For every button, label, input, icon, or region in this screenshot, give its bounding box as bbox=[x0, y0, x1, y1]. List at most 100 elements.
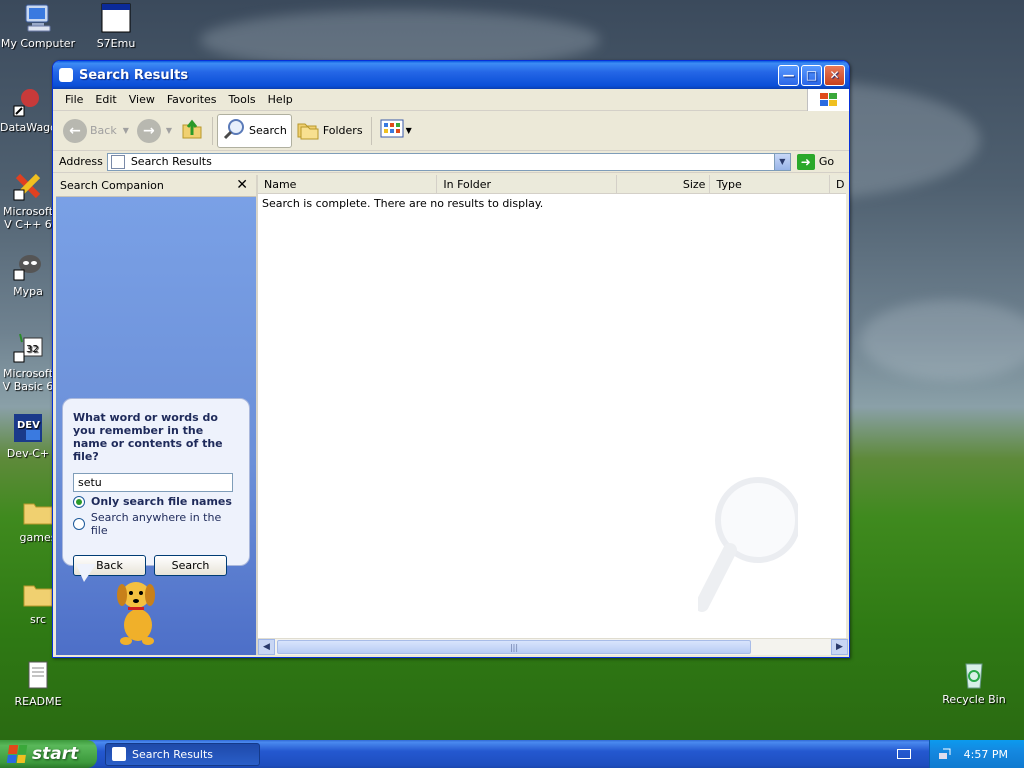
close-button[interactable]: ✕ bbox=[824, 64, 845, 86]
menu-view[interactable]: View bbox=[123, 93, 161, 106]
menu-edit[interactable]: Edit bbox=[89, 93, 122, 106]
desktop-icon-vb6[interactable]: 32 Microsoft V Basic 6 bbox=[0, 332, 56, 393]
search-term-input[interactable] bbox=[73, 473, 233, 492]
search-window-icon bbox=[59, 68, 73, 82]
windows-flag-icon bbox=[6, 745, 28, 763]
taskbar: start Search Results 4:57 PM bbox=[0, 740, 1024, 768]
views-button[interactable]: ▼ bbox=[376, 114, 416, 148]
search-question: What word or words do you remember in th… bbox=[73, 411, 223, 463]
content-area: Search Companion ✕ What word or words do… bbox=[56, 175, 848, 655]
folders-button[interactable]: Folders bbox=[292, 114, 367, 148]
menu-file[interactable]: File bbox=[59, 93, 89, 106]
toolbar-separator bbox=[370, 116, 372, 145]
menu-bar: File Edit View Favorites Tools Help bbox=[53, 89, 849, 111]
radio-only-file-names[interactable]: Only search file names bbox=[73, 495, 239, 508]
results-pane: Name In Folder Size Type D Search is com… bbox=[256, 175, 848, 655]
desktop-icon-readme[interactable]: README bbox=[0, 660, 76, 708]
computer-icon bbox=[22, 2, 54, 34]
search-companion-header: Search Companion ✕ bbox=[56, 175, 256, 197]
radio-search-anywhere[interactable]: Search anywhere in the file bbox=[73, 511, 239, 537]
forward-arrow-icon: → bbox=[136, 118, 161, 143]
address-input[interactable]: Search Results ▼ bbox=[106, 152, 791, 171]
back-arrow-icon: ← bbox=[63, 118, 87, 143]
scroll-left-button[interactable]: ◀ bbox=[258, 639, 275, 655]
start-button[interactable]: start bbox=[0, 740, 97, 768]
desktop-icon-recycle-bin[interactable]: Recycle Bin bbox=[936, 658, 1012, 706]
column-headers: Name In Folder Size Type D bbox=[258, 175, 846, 194]
start-label: start bbox=[32, 744, 79, 764]
desktop-icon-mypa[interactable]: Mypa bbox=[0, 250, 56, 298]
taskbar-item-search-results[interactable]: Search Results bbox=[105, 742, 260, 766]
desktop-icon-label: Microsoft V C++ 6 bbox=[2, 205, 54, 231]
search-label: Search bbox=[249, 124, 287, 137]
search-window-icon bbox=[112, 747, 126, 761]
keyboard-icon[interactable] bbox=[897, 749, 911, 759]
search-bubble: What word or words do you remember in th… bbox=[62, 398, 250, 576]
desktop-icon-label: My Computer bbox=[0, 37, 76, 50]
folders-label: Folders bbox=[322, 124, 363, 137]
menu-help[interactable]: Help bbox=[262, 93, 299, 106]
radio-label: Only search file names bbox=[91, 495, 232, 508]
svg-text:32: 32 bbox=[26, 344, 39, 355]
go-button[interactable]: ➜ Go bbox=[796, 153, 835, 170]
search-dog-icon[interactable] bbox=[108, 573, 168, 647]
column-header-name[interactable]: Name bbox=[258, 175, 438, 194]
bubble-tail bbox=[76, 564, 96, 582]
clock[interactable]: 4:57 PM bbox=[964, 748, 1008, 761]
close-pane-icon[interactable]: ✕ bbox=[236, 177, 248, 193]
column-header-date[interactable]: D bbox=[830, 175, 846, 194]
desktop-icon-label: S7Emu bbox=[96, 37, 136, 50]
radio-label: Search anywhere in the file bbox=[90, 511, 222, 537]
forward-button[interactable]: → ▼ bbox=[133, 114, 176, 148]
taskbar-item-label: Search Results bbox=[132, 747, 214, 761]
column-header-type[interactable]: Type bbox=[710, 175, 831, 194]
views-icon bbox=[380, 118, 404, 143]
search-results-small-icon bbox=[110, 154, 125, 169]
desktop-icon-s7emu[interactable]: S7Emu bbox=[78, 2, 154, 50]
desktop-icon-my-computer[interactable]: My Computer bbox=[0, 2, 76, 50]
visual-cpp-icon bbox=[12, 170, 44, 202]
network-icon[interactable] bbox=[938, 747, 952, 761]
desktop-icon-label: DataWago bbox=[0, 121, 56, 134]
menu-tools[interactable]: Tools bbox=[223, 93, 262, 106]
column-header-size[interactable]: Size bbox=[617, 175, 711, 194]
desktop-icon-label: Mypa bbox=[13, 285, 43, 298]
scroll-right-button[interactable]: ▶ bbox=[831, 639, 848, 655]
recycle-bin-icon bbox=[958, 658, 990, 690]
system-tray: 4:57 PM bbox=[929, 740, 1024, 768]
folder-icon bbox=[22, 496, 54, 528]
scroll-thumb[interactable]: ||| bbox=[277, 640, 751, 654]
desktop-icon-label: README bbox=[14, 695, 62, 708]
search-button[interactable]: Search bbox=[217, 113, 292, 148]
menu-favorites[interactable]: Favorites bbox=[161, 93, 223, 106]
back-button[interactable]: ← Back ▼ bbox=[59, 114, 133, 148]
column-header-in-folder[interactable]: In Folder bbox=[437, 175, 617, 194]
desktop-icon-label: Microsoft V Basic 6 bbox=[2, 367, 54, 393]
minimize-button[interactable]: — bbox=[778, 64, 799, 86]
desktop-icon-datawago[interactable]: DataWago bbox=[0, 86, 56, 134]
go-label: Go bbox=[818, 155, 835, 168]
address-value: Search Results bbox=[130, 155, 212, 168]
radio-selected-icon bbox=[73, 495, 85, 508]
address-dropdown-button[interactable]: ▼ bbox=[773, 153, 790, 170]
folders-icon bbox=[296, 117, 320, 144]
magnifier-watermark-icon bbox=[695, 475, 801, 615]
svg-text:DEV: DEV bbox=[17, 420, 40, 431]
no-results-message: Search is complete. There are no results… bbox=[262, 197, 544, 210]
maximize-button[interactable]: □ bbox=[801, 64, 822, 86]
address-bar: Address Search Results ▼ ➜ Go bbox=[53, 151, 849, 173]
up-folder-button[interactable] bbox=[176, 114, 208, 148]
toolbar: ← Back ▼ → ▼ Search Folders ▼ bbox=[53, 111, 849, 151]
horizontal-scrollbar[interactable]: ◀ ||| ▶ bbox=[258, 638, 848, 655]
chevron-down-icon: ▼ bbox=[165, 126, 173, 135]
title-bar[interactable]: Search Results — □ ✕ bbox=[53, 61, 849, 89]
folder-icon bbox=[22, 578, 54, 610]
desktop-icon-devcpp[interactable]: DEV Dev-C+ bbox=[0, 412, 56, 460]
desktop-icon-msvc[interactable]: Microsoft V C++ 6 bbox=[0, 170, 56, 231]
windows-logo-icon bbox=[807, 89, 849, 111]
dev-cpp-icon: DEV bbox=[12, 412, 44, 444]
application-window-icon bbox=[100, 2, 132, 34]
up-folder-icon bbox=[180, 117, 204, 144]
text-document-icon bbox=[22, 660, 54, 692]
raccoon-icon bbox=[12, 250, 44, 282]
